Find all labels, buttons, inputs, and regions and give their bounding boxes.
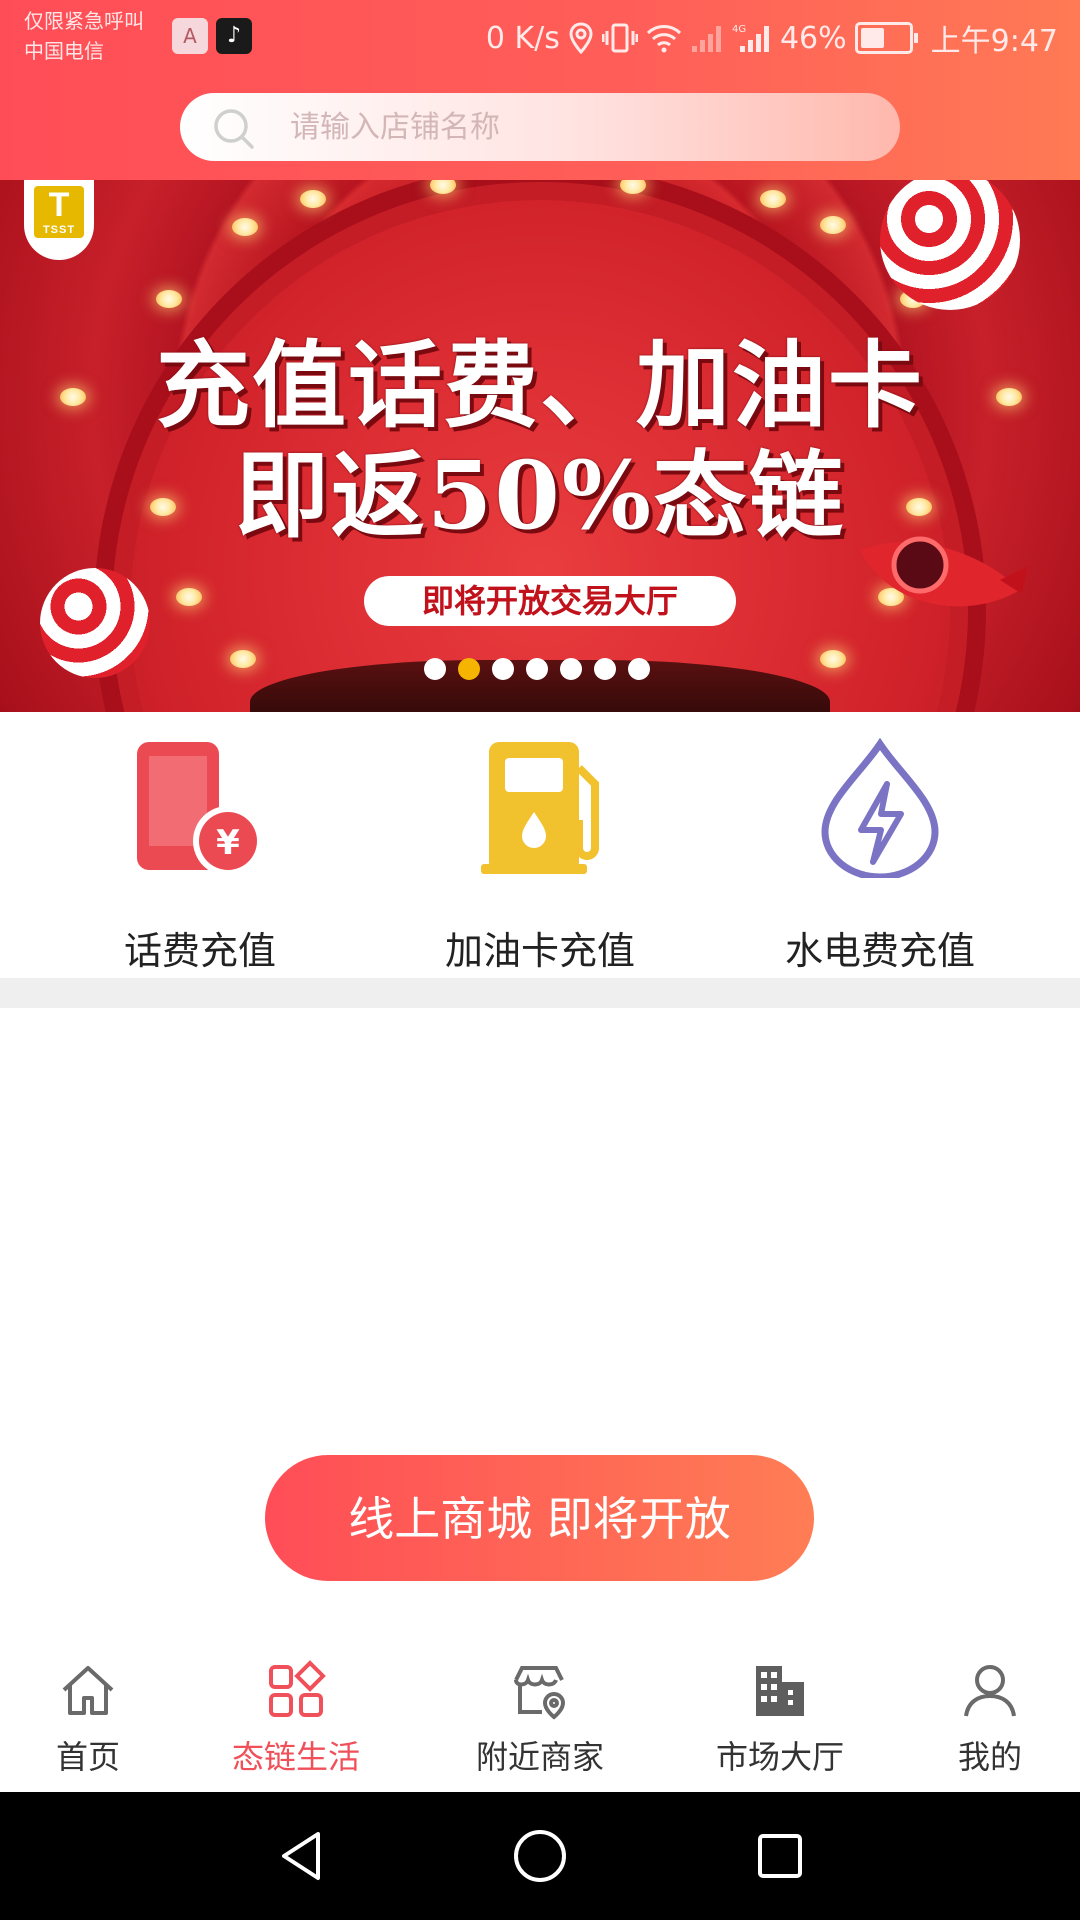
fuel-pump-icon [465, 738, 615, 878]
emergency-call-text: 仅限紧急呼叫 [24, 9, 144, 33]
banner-bulb [230, 650, 256, 668]
tab-taichain-life-label: 态链生活 [231, 1738, 360, 1776]
status-right-area: 0 K/s 4G 46% 上午9:47 [486, 14, 1058, 62]
nearby-shop-icon [510, 1660, 570, 1720]
back-triangle-icon [282, 1832, 320, 1880]
carousel-dot[interactable] [628, 658, 650, 680]
carousel-dot[interactable] [560, 658, 582, 680]
banner-bulb [176, 588, 202, 606]
carrier-name: 中国电信 [24, 39, 104, 63]
banner-bulb [820, 216, 846, 234]
tab-home-label: 首页 [55, 1738, 120, 1776]
section-divider [0, 978, 1080, 1008]
tab-nearby-merchants[interactable]: 附近商家 [460, 1660, 620, 1780]
phone-recharge-label: 话费充值 [123, 929, 276, 973]
search-input[interactable] [290, 93, 850, 161]
tab-market-hall-label: 市场大厅 [715, 1738, 844, 1776]
tab-mine-label: 我的 [957, 1738, 1022, 1776]
carousel-dot[interactable] [424, 658, 446, 680]
carousel-dot[interactable] [594, 658, 616, 680]
utility-bill-recharge-label: 水电费充值 [784, 929, 975, 973]
online-mall-button[interactable]: 线上商城 即将开放 [265, 1455, 814, 1581]
search-icon [212, 107, 256, 155]
home-icon [58, 1660, 118, 1720]
battery-percent: 46% [779, 20, 847, 56]
grid-apps-icon [266, 1660, 326, 1720]
fuel-card-recharge-button[interactable]: 加油卡充值 [390, 738, 690, 973]
carousel-dot[interactable] [492, 658, 514, 680]
banner-bulb [760, 190, 786, 208]
striped-ball-decoration [880, 180, 1020, 310]
app-header: 仅限紧急呼叫 中国电信 A ♪ 0 K/s 4G 46% 上午9:47 [0, 0, 1080, 180]
carousel-dot[interactable] [526, 658, 548, 680]
signal-4g-icon: 4G [732, 22, 772, 54]
home-circle-icon [514, 1830, 566, 1882]
banner-bulb [156, 290, 182, 308]
svg-text:4G: 4G [732, 24, 746, 35]
tab-nearby-merchants-label: 附近商家 [475, 1738, 604, 1776]
android-nav-bar [0, 1792, 1080, 1920]
user-icon [960, 1660, 1020, 1720]
tab-mine[interactable]: 我的 [910, 1660, 1070, 1780]
wifi-icon [646, 23, 682, 53]
tab-market-hall[interactable]: 市场大厅 [700, 1660, 860, 1780]
phone-recharge-icon: ¥ [125, 738, 275, 878]
signal-sim1-icon [690, 22, 724, 54]
banner-bulb [430, 180, 456, 194]
logo-letter: T [48, 186, 70, 224]
banner-bulb [820, 650, 846, 668]
carousel-dot-active[interactable] [458, 658, 480, 680]
phone-recharge-button[interactable]: ¥ 话费充值 [50, 738, 350, 973]
tsst-logo: T TSST [24, 180, 94, 260]
promo-banner[interactable]: T TSST 充值话费、加油卡 即返50%态链 即将开放交易大厅 [0, 180, 1080, 712]
banner-bulb [620, 180, 646, 194]
location-icon [568, 22, 594, 54]
svg-text:¥: ¥ [216, 823, 240, 863]
banner-bulb [232, 218, 258, 236]
nav-recents-button[interactable] [748, 1824, 812, 1888]
nav-back-button[interactable] [270, 1824, 334, 1888]
striped-ball-decoration [40, 568, 150, 678]
vibrate-icon [601, 22, 638, 54]
status-carrier-area: 仅限紧急呼叫 中国电信 [24, 6, 144, 66]
tiktok-notification-icon: ♪ [216, 18, 252, 54]
carousel-indicator[interactable] [424, 658, 650, 680]
recents-square-icon [758, 1834, 802, 1878]
nav-home-button[interactable] [508, 1824, 572, 1888]
battery-icon [854, 22, 918, 54]
utility-bill-recharge-button[interactable]: 水电费充值 [730, 737, 1030, 973]
search-bar[interactable] [180, 93, 900, 161]
water-electric-icon [805, 737, 955, 881]
tab-taichain-life[interactable]: 态链生活 [216, 1660, 376, 1780]
tab-home[interactable]: 首页 [8, 1660, 168, 1780]
building-icon [750, 1660, 810, 1720]
banner-title-line2: 即返50%态链 [234, 441, 846, 551]
banner-bulb [300, 190, 326, 208]
notification-app-icon: A [172, 18, 208, 54]
fuel-card-recharge-label: 加油卡充值 [444, 929, 635, 973]
bottom-tab-bar: 首页 态链生活 附近商家 市场大厅 我的 [0, 1642, 1080, 1792]
logo-text: TSST [42, 224, 76, 236]
banner-subtitle-pill: 即将开放交易大厅 [364, 576, 736, 626]
quick-recharge-grid: ¥ 话费充值 加油卡充值 水电费充值 [0, 712, 1080, 978]
net-speed: 0 K/s [485, 20, 560, 56]
clock: 上午9:47 [930, 24, 1058, 59]
